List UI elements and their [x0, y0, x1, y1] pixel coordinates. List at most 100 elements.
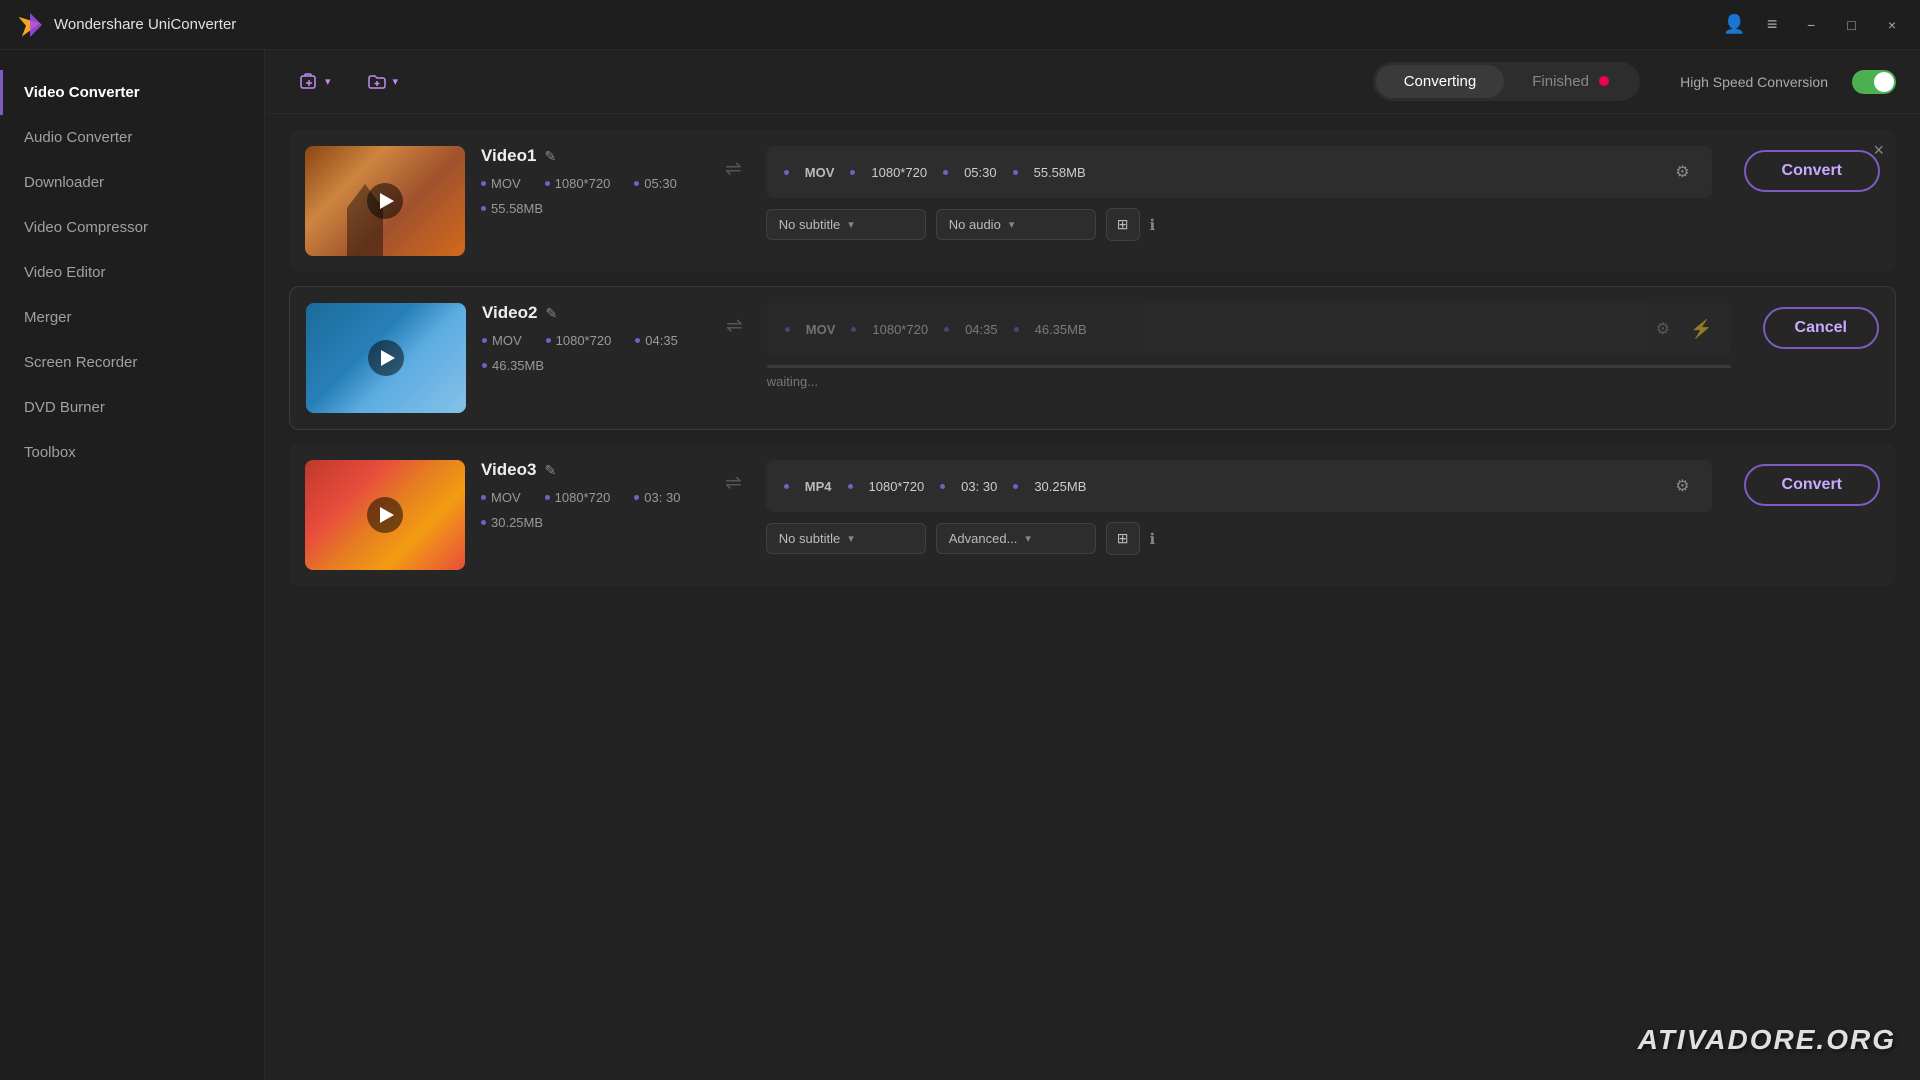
video2-progress-bar	[767, 365, 1731, 368]
video3-settings-button[interactable]: ⚙	[1671, 474, 1693, 498]
video3-subtitle-chevron: ▾	[848, 532, 854, 545]
add-folder-button[interactable]: ▾	[357, 66, 409, 98]
video1-output-config: MOV 1080*720 05:30 55.58MB ⚙	[766, 146, 1712, 198]
add-files-icon	[299, 72, 319, 92]
video2-title: Video2	[482, 303, 537, 323]
avatar-icon[interactable]: 👤	[1723, 14, 1745, 36]
video2-output-config: MOV 1080*720 04:35 46.35MB ⚙ ⚡	[767, 303, 1731, 355]
video3-shuffle-area: ⇌	[717, 460, 750, 495]
add-files-button[interactable]: ▾	[289, 66, 341, 98]
sidebar-item-audio-converter[interactable]: Audio Converter	[0, 115, 264, 160]
video3-output: MP4 1080*720 03: 30 30.25MB ⚙	[766, 460, 1712, 555]
video3-merge-button[interactable]: ⊞	[1106, 522, 1140, 555]
video1-info-button[interactable]: ℹ	[1150, 216, 1156, 234]
video2-duration: 04:35	[635, 333, 678, 348]
video3-shuffle-icon[interactable]: ⇌	[725, 470, 742, 495]
video1-convert-button[interactable]: Convert	[1744, 150, 1880, 192]
video2-cancel-button[interactable]: Cancel	[1763, 307, 1879, 349]
hsc-toggle[interactable]	[1852, 70, 1896, 94]
sidebar-item-video-converter[interactable]: Video Converter	[0, 70, 264, 115]
video1-title-row: Video1 ✎	[481, 146, 701, 166]
sidebar-item-toolbox[interactable]: Toolbox	[0, 430, 264, 475]
window-controls: 👤 ≡ − □ ×	[1723, 13, 1904, 37]
app-logo	[16, 11, 44, 39]
maximize-button[interactable]: □	[1839, 13, 1863, 37]
video1-subtitle-chevron: ▾	[848, 218, 854, 231]
video3-info: Video3 ✎ MOV 1080*720	[481, 460, 701, 536]
video1-info: Video1 ✎ MOV 1080*720	[481, 146, 701, 222]
video2-output: MOV 1080*720 04:35 46.35MB ⚙ ⚡	[767, 303, 1731, 389]
sidebar-item-downloader[interactable]: Downloader	[0, 160, 264, 205]
video1-thumb-bg	[305, 146, 465, 256]
video1-out-size: 55.58MB	[1034, 165, 1086, 180]
video2-out-size: 46.35MB	[1035, 322, 1087, 337]
close-video1-button[interactable]: ×	[1873, 140, 1884, 161]
video1-out-dot4	[1013, 170, 1018, 175]
video1-action: Convert	[1728, 146, 1880, 192]
video1-edit-icon[interactable]: ✎	[544, 148, 556, 165]
sidebar-item-dvd-burner[interactable]: DVD Burner	[0, 385, 264, 430]
video2-info: Video2 ✎ MOV 1080*720	[482, 303, 702, 379]
video3-output-bottom: No subtitle ▾ Advanced... ▾ ⊞ ℹ	[766, 522, 1712, 555]
close-button[interactable]: ×	[1880, 13, 1904, 37]
tab-group: Converting Finished	[1373, 62, 1640, 101]
video3-format: MOV	[481, 490, 521, 505]
video3-title: Video3	[481, 460, 536, 480]
video1-shuffle-area: ⇌	[717, 146, 750, 181]
video3-out-size: 30.25MB	[1034, 479, 1086, 494]
video1-body: Video1 ✎ MOV 1080*720	[481, 146, 1880, 241]
video3-thumb-bg	[305, 460, 465, 570]
video1-audio-dropdown[interactable]: No audio ▾	[936, 209, 1096, 240]
video1-resolution: 1080*720	[545, 176, 611, 191]
sidebar: Video Converter Audio Converter Download…	[0, 50, 265, 1080]
sidebar-item-video-compressor[interactable]: Video Compressor	[0, 205, 264, 250]
video2-edit-icon[interactable]: ✎	[545, 305, 557, 322]
video1-merge-button[interactable]: ⊞	[1106, 208, 1140, 241]
video1-shuffle-icon[interactable]: ⇌	[725, 156, 742, 181]
menu-icon[interactable]: ≡	[1761, 14, 1783, 36]
add-folder-icon	[367, 72, 387, 92]
video3-duration: 03: 30	[634, 490, 680, 505]
video3-audio-dropdown[interactable]: Advanced... ▾	[936, 523, 1096, 554]
video3-meta: MOV 1080*720 03: 30	[481, 490, 701, 530]
video2-settings-button[interactable]: ⚙	[1652, 317, 1674, 341]
app-title: Wondershare UniConverter	[54, 16, 1723, 33]
video2-out-duration: 04:35	[965, 322, 998, 337]
video3-subtitle-dropdown[interactable]: No subtitle ▾	[766, 523, 926, 554]
video2-shuffle-icon[interactable]: ⇌	[726, 313, 743, 338]
main-content: ▾ ▾ Converting Finished High	[265, 50, 1920, 1080]
hsc-label: High Speed Conversion	[1680, 74, 1828, 90]
video1-thumbnail: ✂ ⬜ ≡	[305, 146, 465, 256]
minimize-button[interactable]: −	[1799, 13, 1823, 37]
video2-out-resolution: 1080*720	[872, 322, 928, 337]
video1-play-button[interactable]	[367, 183, 403, 219]
video2-out-format: MOV	[806, 322, 836, 337]
sidebar-item-merger[interactable]: Merger	[0, 295, 264, 340]
video3-output-config: MP4 1080*720 03: 30 30.25MB ⚙	[766, 460, 1712, 512]
video3-edit-icon[interactable]: ✎	[544, 462, 556, 479]
tab-finished[interactable]: Finished	[1504, 65, 1637, 98]
video1-subtitle-dropdown[interactable]: No subtitle ▾	[766, 209, 926, 240]
sidebar-item-screen-recorder[interactable]: Screen Recorder	[0, 340, 264, 385]
video2-resolution: 1080*720	[546, 333, 612, 348]
video2-thumbnail: ✂ ⬜ ≡	[306, 303, 466, 413]
add-files-chevron: ▾	[325, 75, 331, 88]
video1-out-resolution: 1080*720	[871, 165, 927, 180]
video1-out-dot1	[784, 170, 789, 175]
app-body: Video Converter Audio Converter Download…	[0, 50, 1920, 1080]
video1-title: Video1	[481, 146, 536, 166]
video3-info-button[interactable]: ℹ	[1150, 530, 1156, 548]
video2-play-button[interactable]	[368, 340, 404, 376]
add-folder-chevron: ▾	[393, 75, 399, 88]
video-card-2: ✂ ⬜ ≡ Video2 ✎	[289, 286, 1896, 430]
video1-dur-dot	[634, 181, 639, 186]
video3-play-button[interactable]	[367, 497, 403, 533]
tab-converting[interactable]: Converting	[1376, 65, 1505, 98]
video1-audio-chevron: ▾	[1009, 218, 1015, 231]
sidebar-item-video-editor[interactable]: Video Editor	[0, 250, 264, 295]
video3-convert-button[interactable]: Convert	[1744, 464, 1880, 506]
video1-res-dot	[545, 181, 550, 186]
video1-settings-button[interactable]: ⚙	[1671, 160, 1693, 184]
toolbar: ▾ ▾ Converting Finished High	[265, 50, 1920, 114]
titlebar: Wondershare UniConverter 👤 ≡ − □ ×	[0, 0, 1920, 50]
